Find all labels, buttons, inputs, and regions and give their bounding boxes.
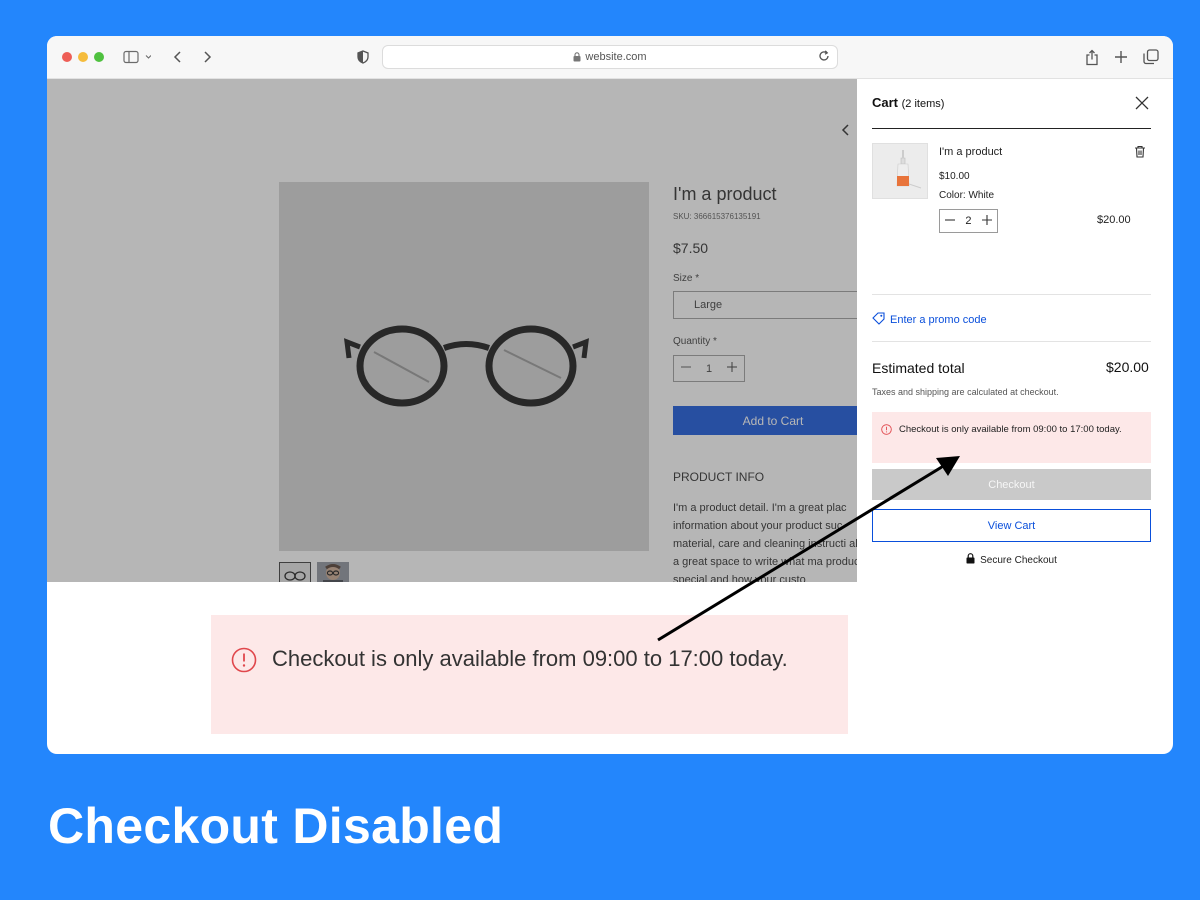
- address-bar[interactable]: website.com: [382, 45, 838, 69]
- caption-title: Checkout Disabled: [48, 798, 504, 854]
- cart-item-total: $20.00: [1097, 214, 1131, 226]
- back-icon[interactable]: [173, 47, 183, 67]
- minimize-window-button[interactable]: [78, 52, 88, 62]
- alert-text: Checkout is only available from 09:00 to…: [899, 424, 1122, 435]
- lock-icon: [966, 553, 975, 567]
- lock-icon: [573, 52, 581, 62]
- zoom-window-button[interactable]: [94, 52, 104, 62]
- new-tab-icon[interactable]: [1114, 47, 1128, 67]
- items-divider: [872, 294, 1151, 295]
- sidebar-toggle-icon[interactable]: [123, 47, 151, 67]
- cart-item-image[interactable]: [872, 143, 928, 199]
- checkout-button[interactable]: Checkout: [872, 469, 1151, 500]
- cart-item-price: $10.00: [939, 171, 970, 182]
- cart-header: Cart (2 items): [872, 95, 944, 110]
- cart-header-divider: [872, 128, 1151, 129]
- zoomed-alert-callout: Checkout is only available from 09:00 to…: [211, 615, 848, 734]
- trash-icon[interactable]: [1134, 145, 1146, 158]
- reload-icon[interactable]: [817, 49, 831, 63]
- secure-checkout: Secure Checkout: [872, 553, 1151, 567]
- callout-text: Checkout is only available from 09:00 to…: [272, 646, 788, 671]
- browser-viewport: I'm a product SKU: 366615376135191 $7.50…: [47, 79, 1173, 582]
- cart-item-color: Color: White: [939, 190, 995, 201]
- cart-quantity-stepper[interactable]: 2: [939, 209, 998, 233]
- privacy-shield-icon[interactable]: [357, 47, 369, 67]
- cart-item-name[interactable]: I'm a product: [939, 146, 1002, 158]
- tab-overview-icon[interactable]: [1143, 47, 1159, 67]
- cart-count: (2 items): [901, 98, 945, 110]
- tax-note: Taxes and shipping are calculated at che…: [872, 387, 1059, 397]
- share-icon[interactable]: [1085, 47, 1099, 67]
- minus-icon[interactable]: [945, 215, 956, 228]
- estimated-total-value: $20.00: [1106, 359, 1149, 375]
- forward-icon[interactable]: [202, 47, 212, 67]
- checkout-unavailable-alert: Checkout is only available from 09:00 to…: [872, 412, 1151, 463]
- browser-window: website.com I'm a product SKU: 366615376…: [47, 36, 1173, 754]
- page-dim-overlay[interactable]: [47, 79, 857, 582]
- view-cart-button[interactable]: View Cart: [872, 509, 1151, 542]
- tag-icon: [872, 312, 885, 328]
- alert-icon: [881, 424, 892, 435]
- cart-quantity-value: 2: [965, 215, 972, 227]
- secure-checkout-label: Secure Checkout: [980, 554, 1057, 566]
- promo-code-label: Enter a promo code: [890, 314, 987, 326]
- url-text: website.com: [585, 51, 647, 63]
- cart-title: Cart: [872, 95, 899, 110]
- estimated-total-label: Estimated total: [872, 360, 965, 376]
- promo-code-link[interactable]: Enter a promo code: [872, 312, 987, 328]
- plus-icon[interactable]: [981, 214, 992, 228]
- browser-toolbar: website.com: [47, 36, 1173, 79]
- alert-icon: [231, 647, 257, 673]
- close-window-button[interactable]: [62, 52, 72, 62]
- promo-divider: [872, 341, 1151, 342]
- cart-panel: Cart (2 items) I'm a product $10.00 Colo…: [857, 79, 1173, 582]
- close-icon[interactable]: [1135, 96, 1149, 110]
